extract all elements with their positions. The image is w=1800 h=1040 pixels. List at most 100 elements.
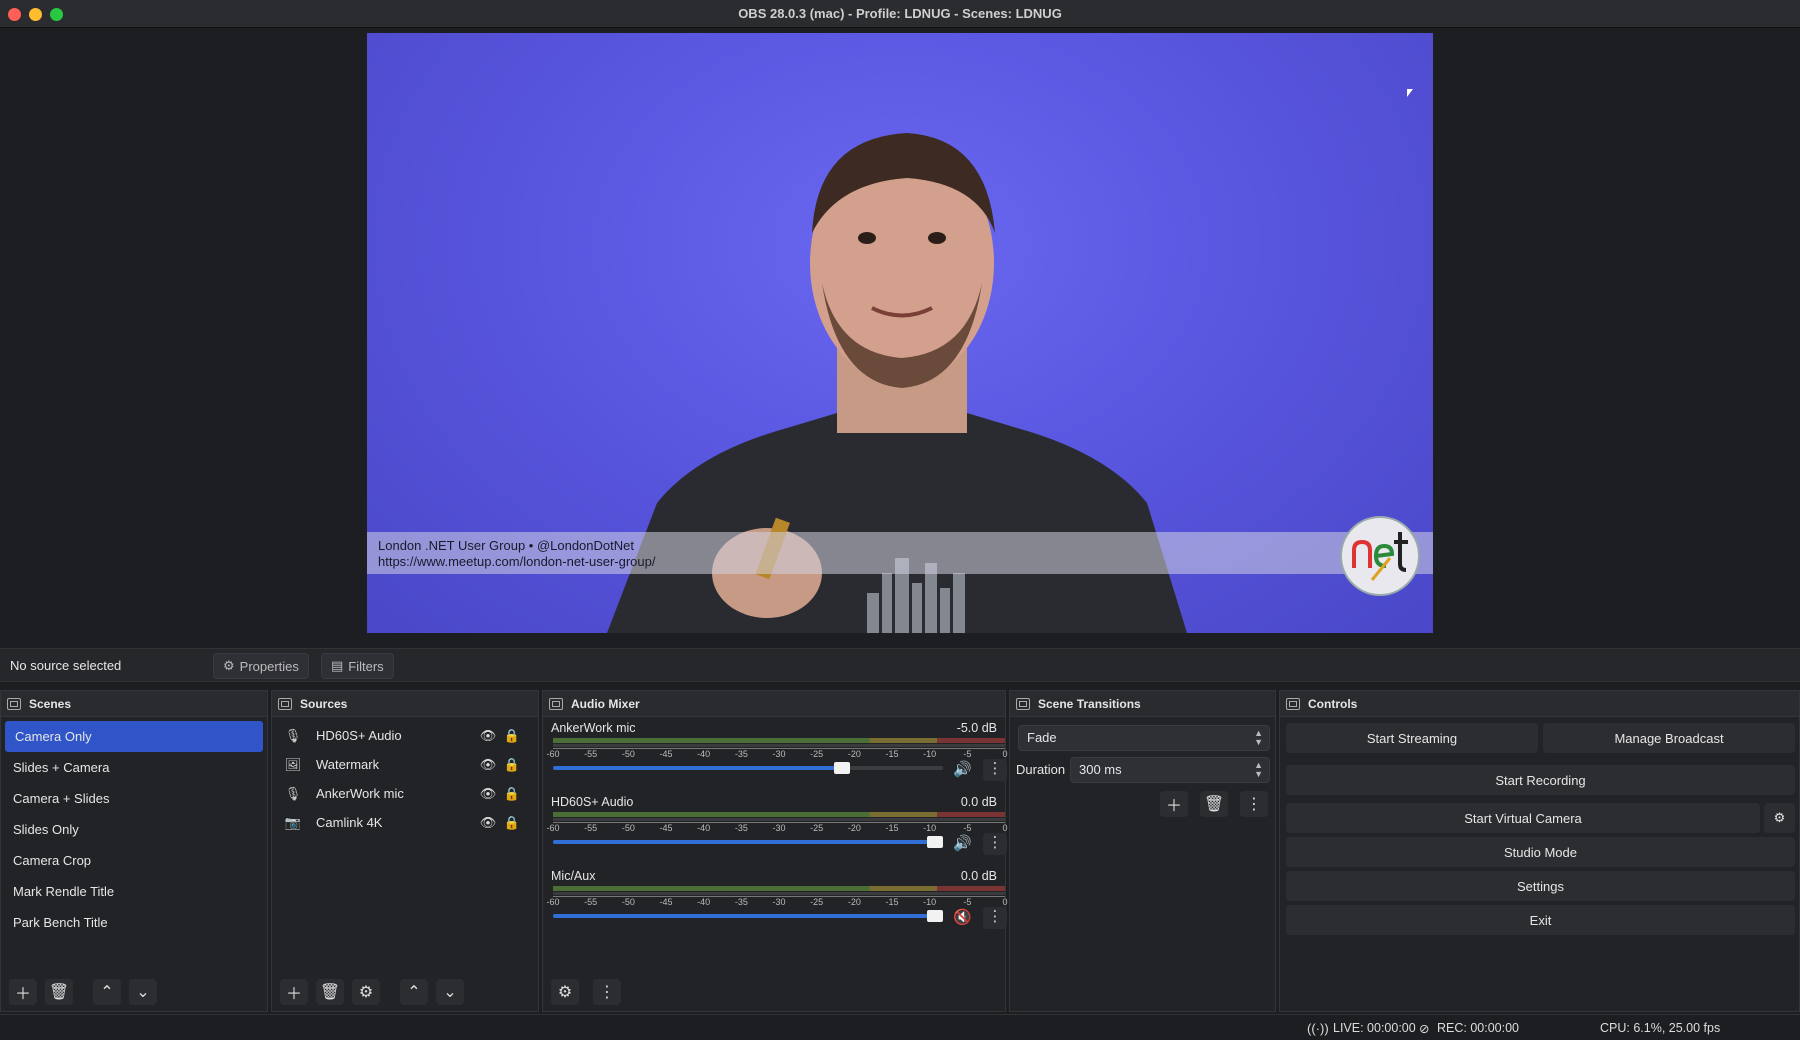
scene-item[interactable]: Camera Only — [5, 721, 263, 752]
source-status-label: No source selected — [10, 658, 122, 673]
source-item[interactable]: 🎙 HD60S+ Audio 👁 🔒 — [272, 721, 538, 750]
source-item[interactable]: 🎙 AnkerWork mic 👁 🔒 — [272, 779, 538, 808]
start-virtual-camera-button[interactable]: Start Virtual Camera — [1286, 803, 1760, 833]
fader-handle[interactable] — [927, 836, 943, 848]
add-scene-button[interactable]: ＋ — [9, 979, 37, 1005]
transition-select[interactable]: Fade ▲ ▼ — [1018, 725, 1270, 751]
source-name: HD60S+ Audio — [316, 728, 402, 743]
exit-button[interactable]: Exit — [1286, 905, 1795, 935]
fader-handle[interactable] — [833, 762, 850, 774]
scene-item[interactable]: Park Bench Title — [1, 907, 267, 938]
maximize-window-button[interactable] — [50, 8, 63, 21]
properties-button[interactable]: ⚙ Properties — [213, 653, 309, 679]
gear-icon: ⚙ — [1773, 810, 1786, 825]
channel-menu-button[interactable]: ⋮ — [983, 759, 1007, 781]
close-window-button[interactable] — [8, 8, 21, 21]
rec-status: REC: 00:00:00 — [1437, 1021, 1519, 1035]
meter-scale: -60 -55 -50 -45 -40 -35 -30 -25 -20 -15 -10 -5 0 — [546, 749, 1007, 761]
channel-name: Mic/Aux — [551, 869, 596, 883]
mixer-channel: Mic/Aux 0.0 dB -60 -55 -50 -45 -40 -35 -30 -25 -20… — [543, 865, 1008, 939]
volume-meter — [553, 812, 1005, 817]
transition-select-value: Fade — [1027, 730, 1057, 745]
scene-item[interactable]: Slides + Camera — [1, 752, 267, 783]
vertical-dots-icon: ⋮ — [987, 760, 1003, 777]
meter-scale-label: -45 — [659, 823, 673, 833]
move-source-down-button[interactable]: ⌄ — [436, 979, 464, 1005]
move-scene-up-button[interactable]: ⌃ — [93, 979, 121, 1005]
source-item[interactable]: 📷 Camlink 4K 👁 🔒 — [272, 808, 538, 837]
volume-fader[interactable] — [553, 836, 943, 848]
speaker-icon[interactable]: 🔊 — [953, 834, 972, 852]
start-recording-button[interactable]: Start Recording — [1286, 765, 1795, 795]
duration-spinbox[interactable]: 300 ms ▲ ▼ — [1070, 757, 1270, 783]
lock-icon[interactable]: 🔒 — [500, 786, 524, 802]
meter-scale-label: -20 — [847, 749, 861, 759]
audio-mixer-footer: ⚙ ⋮ — [543, 979, 621, 1005]
scenes-dock: Scenes Camera Only Slides + Camera Camer… — [0, 690, 268, 1012]
preview-area: London .NET User Group • @LondonDotNet h… — [0, 29, 1800, 639]
meter-scale-label: -5 — [963, 749, 972, 759]
settings-button[interactable]: Settings — [1286, 871, 1795, 901]
program-preview[interactable]: London .NET User Group • @LondonDotNet h… — [367, 33, 1433, 633]
move-source-up-button[interactable]: ⌃ — [400, 979, 428, 1005]
meter-scale-label: -40 — [697, 749, 711, 759]
scenes-title: Scenes — [29, 696, 72, 711]
visibility-eye-icon[interactable]: 👁 — [476, 786, 500, 802]
meter-scale-label: -30 — [772, 823, 786, 833]
transition-menu-button[interactable]: ⋮ — [1240, 791, 1268, 817]
meter-scale-label: -25 — [810, 749, 824, 759]
gear-icon: ⚙ — [223, 658, 235, 673]
scene-item[interactable]: Mark Rendle Title — [1, 876, 267, 907]
visibility-eye-icon[interactable]: 👁 — [476, 728, 500, 744]
trash-icon: 🗑 — [48, 984, 70, 1001]
lock-icon[interactable]: 🔒 — [500, 815, 524, 831]
move-scene-down-button[interactable]: ⌄ — [129, 979, 157, 1005]
channel-menu-button[interactable]: ⋮ — [983, 907, 1007, 929]
minimize-window-button[interactable] — [29, 8, 42, 21]
scene-item[interactable]: Slides Only — [1, 814, 267, 845]
source-name: Camlink 4K — [316, 815, 383, 830]
channel-db: 0.0 dB — [960, 795, 997, 809]
muted-speaker-icon[interactable]: 🔇 — [953, 908, 972, 926]
scene-item[interactable]: Camera + Slides — [1, 783, 267, 814]
visibility-eye-icon[interactable]: 👁 — [476, 815, 500, 831]
meter-scale-label: -35 — [734, 823, 748, 833]
updown-arrow-icon: ▲ ▼ — [1254, 728, 1263, 747]
source-item[interactable]: 🖼 Watermark 👁 🔒 — [272, 750, 538, 779]
meter-scale-label: -35 — [734, 897, 748, 907]
remove-scene-button[interactable]: 🗑 — [45, 979, 73, 1005]
studio-mode-button[interactable]: Studio Mode — [1286, 837, 1795, 867]
virtual-camera-settings-button[interactable]: ⚙ — [1764, 803, 1795, 833]
meter-scale-label: -25 — [810, 897, 824, 907]
meter-scale-label: -40 — [697, 897, 711, 907]
meter-scale-label: -50 — [621, 823, 635, 833]
fader-handle[interactable] — [927, 910, 943, 922]
volume-fader[interactable] — [553, 910, 943, 922]
lock-icon[interactable]: 🔒 — [500, 757, 524, 773]
remove-transition-button[interactable]: 🗑 — [1200, 791, 1228, 817]
remove-source-button[interactable]: 🗑 — [316, 979, 344, 1005]
filters-button[interactable]: ▤ Filters — [321, 653, 394, 679]
vertical-dots-icon: ⋮ — [599, 984, 615, 1001]
meter-scale-label: -10 — [923, 749, 937, 759]
vertical-dots-icon: ⋮ — [987, 834, 1003, 851]
sources-title: Sources — [300, 696, 348, 711]
channel-menu-button[interactable]: ⋮ — [983, 833, 1007, 855]
filters-label: Filters — [348, 658, 384, 674]
audio-mixer-menu-button[interactable]: ⋮ — [593, 979, 621, 1005]
lock-icon[interactable]: 🔒 — [500, 728, 524, 744]
filter-icon: ▤ — [331, 658, 344, 673]
speaker-icon[interactable]: 🔊 — [953, 760, 972, 778]
source-properties-button[interactable]: ⚙ — [352, 979, 380, 1005]
meter-scale-label: -5 — [963, 823, 972, 833]
add-transition-button[interactable]: ＋ — [1160, 791, 1188, 817]
advanced-audio-properties-button[interactable]: ⚙ — [551, 979, 579, 1005]
visibility-eye-icon[interactable]: 👁 — [476, 757, 500, 773]
volume-fader[interactable] — [553, 762, 943, 774]
start-streaming-button[interactable]: Start Streaming — [1286, 723, 1538, 753]
manage-broadcast-button[interactable]: Manage Broadcast — [1543, 723, 1795, 753]
meter-scale: -60 -55 -50 -45 -40 -35 -30 -25 -20 -15 -10 -5 0 — [546, 823, 1007, 835]
scene-item[interactable]: Camera Crop — [1, 845, 267, 876]
duration-label: Duration — [1016, 762, 1066, 777]
add-source-button[interactable]: ＋ — [280, 979, 308, 1005]
